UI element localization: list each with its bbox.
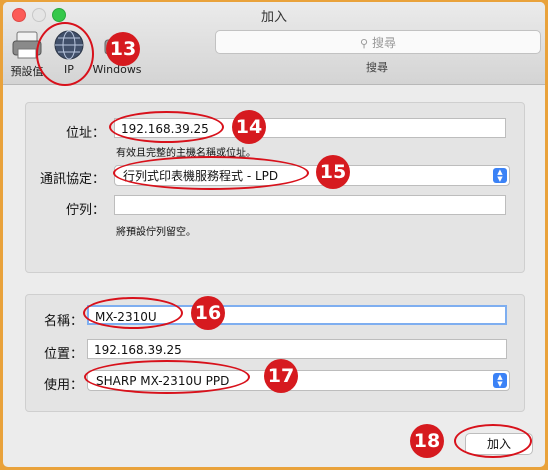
callout-badge-15: 15 — [316, 155, 350, 189]
callout-badge-17: 17 — [264, 359, 298, 393]
use-label: 使用： — [43, 378, 83, 393]
use-select[interactable]: SHARP MX-2310U PPD ▲ ▼ — [87, 370, 510, 391]
search-placeholder: ⚲ 搜尋 — [360, 36, 396, 50]
location-label: 位置： — [43, 347, 83, 362]
callout-badge-14: 14 — [232, 110, 266, 144]
callout-badge-18: 18 — [410, 424, 444, 458]
address-label: 位址： — [65, 126, 105, 141]
search-caption: 搜尋 — [366, 61, 388, 74]
search-field[interactable]: ⚲ 搜尋 — [215, 30, 541, 54]
chevron-updown-icon: ▲ ▼ — [493, 373, 507, 388]
globe-icon — [54, 30, 84, 60]
window-title: 加入 — [260, 10, 287, 25]
address-hint: 有效且完整的主機名稱或位址。 — [116, 148, 256, 159]
add-printer-window: 加入 預設值 IP Windows ⚲ 搜尋 搜尋 位址： 192.168.39… — [3, 2, 545, 467]
name-label: 名稱： — [43, 314, 83, 329]
add-button[interactable]: 加入 — [465, 433, 533, 455]
location-field[interactable]: 192.168.39.25 — [87, 339, 507, 359]
chevron-updown-icon: ▲ ▼ — [493, 168, 507, 183]
titlebar: 加入 預設值 IP Windows ⚲ 搜尋 搜尋 — [3, 2, 545, 85]
queue-field[interactable] — [114, 195, 506, 215]
queue-label: 佇列： — [65, 203, 105, 218]
address-field[interactable]: 192.168.39.25 — [114, 118, 506, 138]
protocol-label: 通訊協定： — [39, 172, 105, 187]
search-icon: ⚲ — [360, 37, 369, 50]
name-field[interactable]: MX-2310U — [87, 305, 507, 325]
use-value: SHARP MX-2310U PPD — [96, 374, 230, 388]
callout-badge-13: 13 — [106, 32, 140, 66]
protocol-select[interactable]: 行列式印表機服務程式 - LPD ▲ ▼ — [114, 165, 510, 186]
protocol-value: 行列式印表機服務程式 - LPD — [123, 169, 279, 183]
queue-hint: 將預設佇列留空。 — [116, 227, 196, 238]
callout-badge-16: 16 — [191, 296, 225, 330]
